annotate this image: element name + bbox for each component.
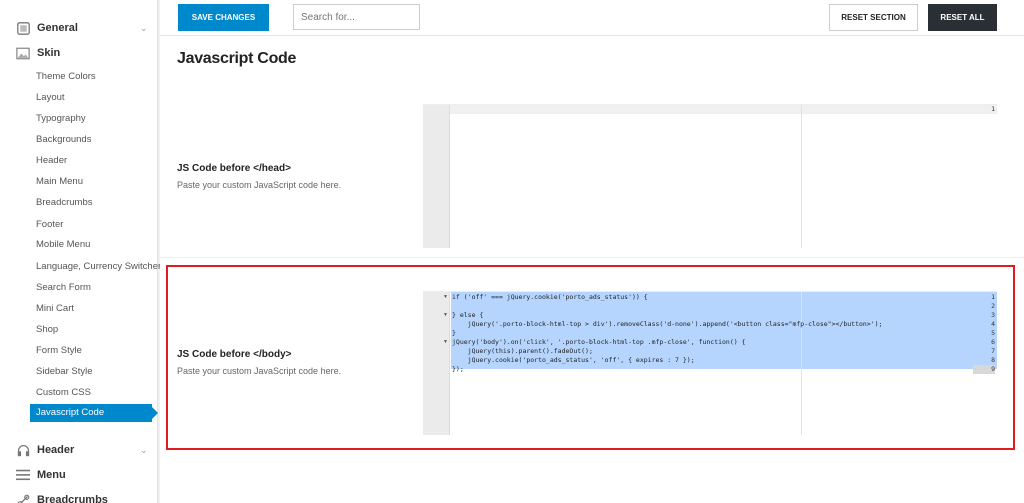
- chevron-down-icon: ⌄: [140, 22, 148, 33]
- fold-arrow-icon[interactable]: ▼: [443, 338, 448, 347]
- code-editor-js-head[interactable]: 1: [423, 104, 997, 248]
- sidebar-section-label: General: [37, 22, 78, 34]
- search-input[interactable]: [293, 4, 420, 30]
- sidebar-item-language-currency-switcher[interactable]: Language, Currency Switcher: [36, 261, 161, 273]
- line-number: 3: [991, 311, 995, 319]
- line-number: 5: [991, 329, 995, 337]
- sidebar-section-header[interactable]: Header ⌄: [0, 438, 158, 462]
- sidebar-section-label: Menu: [37, 469, 66, 481]
- save-changes-button[interactable]: SAVE CHANGES: [178, 4, 269, 31]
- link-icon: [15, 493, 31, 503]
- sidebar-section-general[interactable]: General ⌄: [0, 16, 158, 40]
- line-number: 4: [991, 320, 995, 328]
- option-description-js-body: Paste your custom JavaScript code here.: [177, 366, 342, 376]
- line-number: 2: [991, 302, 995, 310]
- sidebar-item-typography[interactable]: Typography: [36, 113, 86, 125]
- line-number: 8: [991, 356, 995, 364]
- sidebar-item-mobile-menu[interactable]: Mobile Menu: [36, 239, 90, 251]
- sidebar-section-skin[interactable]: Skin: [0, 41, 158, 65]
- sidebar-section-label: Header: [37, 444, 75, 456]
- code-line: jQuery.cookie('porto_ads_status', 'off',…: [452, 356, 695, 364]
- options-panel: SAVE CHANGES RESET SECTION RESET ALL Jav…: [160, 0, 1024, 503]
- line-number: 7: [991, 347, 995, 355]
- sidebar-item-breadcrumbs[interactable]: Breadcrumbs: [36, 197, 93, 209]
- code-line: if ('off' === jQuery.cookie('porto_ads_s…: [452, 293, 648, 301]
- sidebar-item-main-menu[interactable]: Main Menu: [36, 176, 83, 188]
- sidebar-item-theme-colors[interactable]: Theme Colors: [36, 71, 96, 83]
- sidebar-item-layout[interactable]: Layout: [36, 92, 65, 104]
- option-title-js-head: JS Code before </head>: [177, 163, 291, 174]
- toolbar: SAVE CHANGES RESET SECTION RESET ALL: [160, 0, 1024, 36]
- code-line: jQuery(this).parent().fadeOut();: [452, 347, 593, 355]
- code-line: } else {: [452, 311, 484, 319]
- option-title-js-body: JS Code before </body>: [177, 349, 292, 360]
- reset-section-button[interactable]: RESET SECTION: [829, 4, 918, 31]
- image-icon: [15, 46, 31, 60]
- sidebar-item-sidebar-style[interactable]: Sidebar Style: [36, 366, 93, 378]
- menu-icon: [15, 468, 31, 482]
- sidebar-item-custom-css[interactable]: Custom CSS: [36, 387, 91, 399]
- fold-arrow-icon[interactable]: ▼: [443, 311, 448, 320]
- print-margin: [801, 292, 802, 435]
- headphones-icon: [15, 443, 31, 457]
- fold-arrow-icon[interactable]: ▼: [443, 293, 448, 302]
- line-number: 9: [973, 365, 995, 374]
- option-description-js-head: Paste your custom JavaScript code here.: [177, 180, 342, 190]
- sidebar-item-form-style[interactable]: Form Style: [36, 345, 82, 357]
- gear-icon: [15, 21, 31, 35]
- sidebar-item-footer[interactable]: Footer: [36, 219, 63, 231]
- code-line: }: [452, 329, 456, 337]
- sidebar-section-label: Breadcrumbs: [37, 494, 108, 503]
- code-line: });: [452, 365, 464, 373]
- sidebar-section-breadcrumbs[interactable]: Breadcrumbs: [0, 488, 158, 503]
- sidebar-item-header[interactable]: Header: [36, 155, 67, 167]
- sidebar-item-mini-cart[interactable]: Mini Cart: [36, 303, 74, 315]
- sidebar: General ⌄ Skin Theme Colors Layout Typog…: [0, 0, 161, 503]
- code-line: jQuery('.porto-block-html-top > div').re…: [452, 320, 883, 328]
- sidebar-item-javascript-code[interactable]: Javascript Code: [30, 404, 158, 422]
- line-number: 1: [991, 105, 995, 113]
- editor-gutter: [423, 105, 450, 248]
- print-margin: [801, 105, 802, 248]
- code-editor-js-body[interactable]: 1 ▼ 2 3 ▼ 4 5 6 ▼ 7 8 9 if ('off' === jQ…: [423, 291, 997, 435]
- sidebar-item-search-form[interactable]: Search Form: [36, 282, 91, 294]
- reset-all-button[interactable]: RESET ALL: [928, 4, 997, 31]
- code-line: jQuery('body').on('click', '.porto-block…: [452, 338, 746, 346]
- line-number: 6: [991, 338, 995, 346]
- active-line: [450, 105, 997, 114]
- page-title: Javascript Code: [177, 50, 297, 67]
- divider: [160, 257, 1024, 258]
- sidebar-section-menu[interactable]: Menu: [0, 463, 158, 487]
- sidebar-item-backgrounds[interactable]: Backgrounds: [36, 134, 91, 146]
- sidebar-item-shop[interactable]: Shop: [36, 324, 58, 336]
- line-number: 1: [991, 293, 995, 301]
- chevron-down-icon: ⌄: [140, 444, 148, 455]
- sidebar-section-label: Skin: [37, 47, 61, 59]
